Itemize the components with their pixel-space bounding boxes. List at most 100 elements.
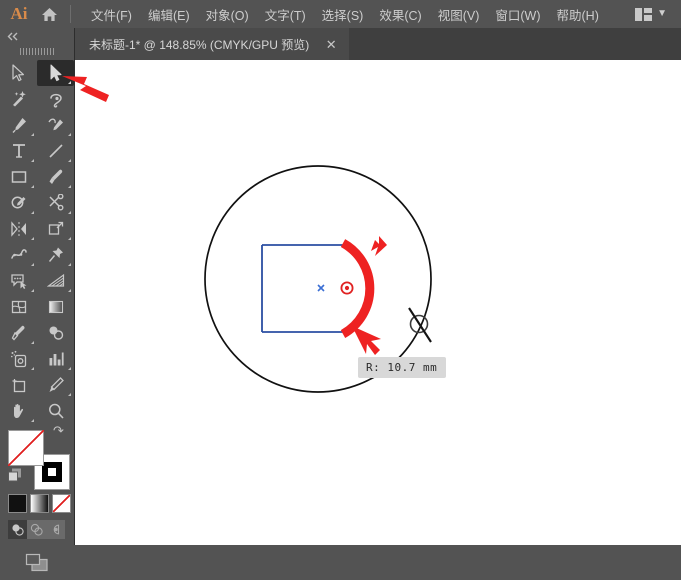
menu-help[interactable]: 帮助(H) bbox=[549, 1, 607, 28]
draw-inside-button[interactable] bbox=[46, 520, 65, 539]
eyedropper-icon bbox=[10, 324, 28, 342]
workspace-switcher[interactable]: ▼ bbox=[635, 0, 667, 28]
home-icon[interactable] bbox=[34, 7, 64, 22]
curvature-tool[interactable] bbox=[37, 112, 74, 138]
eyedropper-tool[interactable] bbox=[0, 320, 37, 346]
menu-effect[interactable]: 效果(C) bbox=[371, 1, 429, 28]
line-segment-tool[interactable] bbox=[37, 138, 74, 164]
draw-normal-button[interactable] bbox=[8, 520, 27, 539]
menu-bar: Ai 文件(F) 编辑(E) 对象(O) 文字(T) 选择(S) 效果(C) 视… bbox=[0, 0, 681, 28]
perspective-selection-tool[interactable] bbox=[37, 268, 74, 294]
symbol-sprayer-icon bbox=[10, 350, 28, 368]
mesh-tool[interactable] bbox=[0, 294, 37, 320]
artboard-tool[interactable] bbox=[0, 372, 37, 398]
color-swatch-button[interactable] bbox=[8, 494, 27, 513]
menu-view[interactable]: 视图(V) bbox=[430, 1, 488, 28]
rounded-rectangle-path[interactable] bbox=[262, 245, 345, 332]
menu-select[interactable]: 选择(S) bbox=[314, 1, 372, 28]
tool-flyout-indicator bbox=[31, 211, 34, 214]
menu-window[interactable]: 窗口(W) bbox=[487, 1, 548, 28]
document-canvas[interactable]: R: 10.7 mm bbox=[75, 60, 681, 545]
pen-tool[interactable] bbox=[0, 112, 37, 138]
arrow-cursor-icon bbox=[11, 64, 26, 82]
reflect-rotate-icon bbox=[10, 220, 28, 238]
blend-circles-icon bbox=[47, 324, 65, 342]
swap-fill-stroke-icon[interactable]: ↷ bbox=[53, 423, 64, 439]
draw-mode-row bbox=[8, 520, 74, 539]
pen-nib-icon bbox=[10, 116, 28, 134]
document-tab-label: 未标题-1* @ 148.85% (CMYK/GPU 预览) bbox=[89, 36, 309, 53]
none-slash-icon bbox=[53, 495, 70, 512]
illustrator-window: Ai 文件(F) 编辑(E) 对象(O) 文字(T) 选择(S) 效果(C) 视… bbox=[0, 0, 681, 545]
shaper-tool[interactable] bbox=[0, 190, 37, 216]
document-tab-bar: 未标题-1* @ 148.85% (CMYK/GPU 预览) ✕ bbox=[0, 28, 681, 60]
draw-behind-button[interactable] bbox=[27, 520, 46, 539]
none-swatch-button[interactable] bbox=[52, 494, 71, 513]
type-t-icon bbox=[10, 142, 28, 160]
menu-item-list: 文件(F) 编辑(E) 对象(O) 文字(T) 选择(S) 效果(C) 视图(V… bbox=[83, 1, 607, 28]
width-warp-icon bbox=[10, 246, 28, 264]
shaper-pencil-icon bbox=[10, 194, 28, 212]
selection-tool[interactable] bbox=[0, 60, 37, 86]
menu-type[interactable]: 文字(T) bbox=[257, 1, 314, 28]
free-transform-tool[interactable] bbox=[37, 216, 74, 242]
gradient-swatch-button[interactable] bbox=[30, 494, 49, 513]
tool-flyout-indicator bbox=[68, 289, 71, 292]
artboard-icon bbox=[10, 376, 28, 394]
none-slash-icon bbox=[8, 430, 44, 466]
symbol-sprayer-tool[interactable] bbox=[0, 346, 37, 372]
document-tab[interactable]: 未标题-1* @ 148.85% (CMYK/GPU 预览) ✕ bbox=[75, 28, 349, 60]
live-corner-anchor[interactable] bbox=[341, 282, 352, 293]
hand-tool[interactable] bbox=[0, 398, 37, 424]
shape-builder-tool[interactable] bbox=[37, 242, 74, 268]
scissors-icon bbox=[47, 194, 65, 212]
hand-icon bbox=[10, 402, 28, 420]
rotate-tool[interactable] bbox=[0, 216, 37, 242]
tools-panel: ↷ bbox=[0, 28, 75, 545]
width-tool[interactable] bbox=[0, 242, 37, 268]
rectangle-icon bbox=[10, 168, 28, 186]
menu-object[interactable]: 对象(O) bbox=[198, 1, 257, 28]
gradient-tool[interactable] bbox=[37, 294, 74, 320]
paintbrush-icon bbox=[47, 168, 65, 186]
type-tool[interactable] bbox=[0, 138, 37, 164]
change-screen-mode-button[interactable] bbox=[22, 551, 52, 580]
double-chevron-left-icon bbox=[7, 32, 19, 41]
chevron-down-icon: ▼ bbox=[657, 9, 667, 19]
menu-file[interactable]: 文件(F) bbox=[83, 1, 140, 28]
tool-flyout-indicator bbox=[31, 133, 34, 136]
drag-grip-icon bbox=[20, 48, 54, 55]
speech-cursor-icon bbox=[10, 272, 28, 290]
perspective-grid-tool[interactable] bbox=[0, 268, 37, 294]
tool-flyout-indicator bbox=[31, 289, 34, 292]
artwork-layer bbox=[75, 60, 681, 545]
menu-edit[interactable]: 编辑(E) bbox=[140, 1, 198, 28]
tool-flyout-indicator bbox=[68, 159, 71, 162]
zoom-tool[interactable] bbox=[37, 398, 74, 424]
magic-wand-icon bbox=[10, 90, 28, 108]
rectangle-tool[interactable] bbox=[0, 164, 37, 190]
column-graph-tool[interactable] bbox=[37, 346, 74, 372]
annotation-arrow-arc-bottom bbox=[352, 326, 381, 355]
close-icon[interactable]: ✕ bbox=[325, 38, 337, 51]
paintbrush-tool[interactable] bbox=[37, 164, 74, 190]
slice-tool[interactable] bbox=[37, 372, 74, 398]
stroke-hole bbox=[48, 468, 56, 476]
default-fill-stroke-icon[interactable] bbox=[8, 468, 22, 487]
screen-mode-row bbox=[0, 551, 74, 580]
tool-grid bbox=[0, 58, 74, 424]
collapse-panel-button[interactable] bbox=[0, 28, 74, 44]
tool-flyout-indicator bbox=[31, 237, 34, 240]
tool-flyout-indicator bbox=[68, 237, 71, 240]
fill-stroke-indicator: ↷ bbox=[8, 426, 74, 488]
free-transform-icon bbox=[47, 220, 65, 238]
scissors-tool[interactable] bbox=[37, 190, 74, 216]
toolbar-drag-grip[interactable] bbox=[0, 44, 74, 58]
fill-swatch[interactable] bbox=[8, 430, 44, 466]
magic-wand-tool[interactable] bbox=[0, 86, 37, 112]
blend-tool[interactable] bbox=[37, 320, 74, 346]
workspace-grid-icon bbox=[635, 8, 652, 21]
annotation-arrow-toolbar bbox=[60, 62, 120, 104]
annotation-arrow-arc-top bbox=[371, 236, 387, 256]
line-diagonal-icon bbox=[47, 142, 65, 160]
